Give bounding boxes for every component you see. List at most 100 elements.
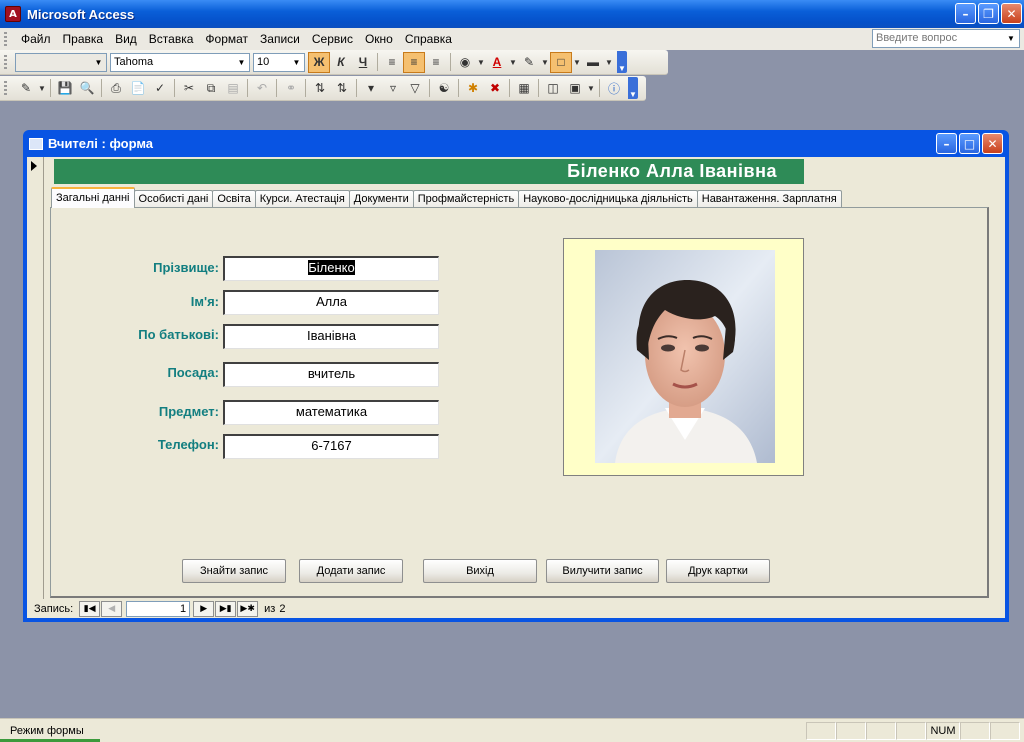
- toolbar-grip-icon[interactable]: [4, 32, 7, 46]
- tab-general[interactable]: Загальні данні: [51, 187, 135, 208]
- chevron-down-icon[interactable]: ▼: [586, 78, 596, 99]
- database-window-icon[interactable]: ◫: [542, 78, 564, 99]
- position-field[interactable]: вчитель: [223, 362, 439, 387]
- tab-education[interactable]: Освіта: [212, 190, 256, 208]
- align-right-icon[interactable]: ≡: [425, 52, 447, 73]
- tab-courses[interactable]: Курси. Атестація: [254, 190, 350, 208]
- first-record-icon[interactable]: ▮◀: [79, 600, 101, 617]
- align-left-icon[interactable]: ≡: [381, 52, 403, 73]
- menu-help[interactable]: Справка: [399, 32, 458, 46]
- form-window-title-bar: Вчителі : форма: [27, 130, 1005, 157]
- new-object-icon[interactable]: ▣: [564, 78, 586, 99]
- record-selector[interactable]: [27, 157, 44, 599]
- find-icon[interactable]: ☯: [433, 78, 455, 99]
- minimize-icon[interactable]: –: [955, 3, 976, 24]
- toolbar-options-icon[interactable]: ▼: [617, 51, 627, 73]
- cut-icon[interactable]: ✂: [178, 78, 200, 99]
- subject-field[interactable]: математика: [223, 400, 439, 425]
- search-file-icon[interactable]: 🔍: [76, 78, 98, 99]
- print-icon[interactable]: ⎙: [105, 78, 127, 99]
- patronymic-field[interactable]: Іванівна: [223, 324, 439, 349]
- object-combo[interactable]: ▼: [15, 52, 107, 72]
- font-color-icon[interactable]: A: [486, 52, 508, 73]
- menu-tools[interactable]: Сервис: [306, 32, 359, 46]
- font-size-combo[interactable]: 10 ▼: [253, 52, 305, 72]
- bold-button[interactable]: Ж: [308, 51, 330, 73]
- undo-icon[interactable]: ↶: [251, 78, 273, 99]
- line-width-icon[interactable]: ▬: [582, 52, 604, 73]
- chevron-down-icon[interactable]: ▼: [92, 55, 105, 70]
- add-record-button[interactable]: Додати запис: [299, 559, 403, 583]
- surname-field[interactable]: Біленко: [223, 256, 439, 281]
- sort-descending-icon[interactable]: ⇅: [331, 78, 353, 99]
- chevron-down-icon[interactable]: ▼: [235, 55, 248, 70]
- hyperlink-icon[interactable]: ⚭: [280, 78, 302, 99]
- restore-icon[interactable]: ❐: [978, 3, 999, 24]
- chevron-down-icon[interactable]: ▼: [604, 52, 614, 73]
- maximize-icon[interactable]: □: [959, 133, 980, 154]
- italic-button[interactable]: К: [330, 52, 352, 73]
- font-name-combo[interactable]: Tahoma ▼: [110, 52, 250, 72]
- view-icon[interactable]: ✎: [15, 78, 37, 99]
- exit-button[interactable]: Вихід: [423, 559, 537, 583]
- menu-view[interactable]: Вид: [109, 32, 143, 46]
- minimize-icon[interactable]: –: [936, 133, 957, 154]
- filter-by-form-icon[interactable]: ▿: [382, 78, 404, 99]
- properties-icon[interactable]: ▦: [513, 78, 535, 99]
- chevron-down-icon[interactable]: ▼: [37, 78, 47, 99]
- line-color-icon[interactable]: ✎: [518, 52, 540, 73]
- underline-button[interactable]: Ч: [352, 52, 374, 73]
- menu-insert[interactable]: Вставка: [143, 32, 200, 46]
- chevron-down-icon[interactable]: ▼: [476, 52, 486, 73]
- current-record-input[interactable]: 1: [126, 600, 191, 617]
- tab-mastery[interactable]: Профмайстерність: [412, 190, 520, 208]
- chevron-down-icon[interactable]: ▼: [572, 52, 582, 73]
- menu-edit[interactable]: Правка: [57, 32, 110, 46]
- chevron-down-icon[interactable]: ▼: [540, 52, 550, 73]
- next-record-icon[interactable]: ▶: [193, 600, 215, 617]
- delete-record-icon[interactable]: ✖: [484, 78, 506, 99]
- tab-workload[interactable]: Навантаження. Зарплатня: [696, 190, 842, 208]
- toolbar-grip-icon[interactable]: [4, 81, 7, 95]
- menu-format[interactable]: Формат: [199, 32, 254, 46]
- fill-color-icon[interactable]: ◉: [454, 52, 476, 73]
- menu-window[interactable]: Окно: [359, 32, 399, 46]
- toolbar-options-icon[interactable]: ▼: [628, 77, 638, 99]
- sort-ascending-icon[interactable]: ⇅: [309, 78, 331, 99]
- align-center-icon[interactable]: ≡: [403, 51, 425, 73]
- paste-icon[interactable]: ▤: [222, 78, 244, 99]
- phone-field[interactable]: 6-7167: [223, 434, 439, 459]
- close-icon[interactable]: ✕: [982, 133, 1003, 154]
- form-icon[interactable]: [29, 137, 43, 150]
- new-record-icon[interactable]: ✱: [462, 78, 484, 99]
- first-name-field[interactable]: Алла: [223, 290, 439, 315]
- find-record-button[interactable]: Знайти запис: [182, 559, 286, 583]
- print-preview-icon[interactable]: 📄: [127, 78, 149, 99]
- tab-research[interactable]: Науково-дослідницька діяльність: [518, 190, 698, 208]
- menu-file[interactable]: Файл: [15, 32, 57, 46]
- tab-personal[interactable]: Особисті дані: [133, 190, 214, 208]
- delete-record-button[interactable]: Вилучити запис: [546, 559, 659, 583]
- apply-filter-icon[interactable]: ▽: [404, 78, 426, 99]
- close-icon[interactable]: ✕: [1001, 3, 1022, 24]
- filter-by-selection-icon[interactable]: ▾: [360, 78, 382, 99]
- chevron-down-icon[interactable]: ▼: [1004, 31, 1018, 46]
- save-icon[interactable]: 💾: [54, 78, 76, 99]
- tab-documents[interactable]: Документи: [348, 190, 414, 208]
- tab-page-general: Прізвище: Ім'я: По батькові: Посада: Пре…: [50, 207, 989, 598]
- spelling-icon[interactable]: ✓: [149, 78, 171, 99]
- field-labels: Прізвище: Ім'я: По батькові: Посада: Пре…: [51, 208, 219, 596]
- border-icon[interactable]: □: [550, 51, 572, 73]
- chevron-down-icon[interactable]: ▼: [508, 52, 518, 73]
- menu-records[interactable]: Записи: [254, 32, 306, 46]
- toolbar-grip-icon[interactable]: [4, 55, 7, 69]
- help-question-input[interactable]: Введите вопрос ▼: [872, 29, 1020, 48]
- previous-record-icon[interactable]: ◀: [101, 600, 123, 617]
- copy-icon[interactable]: ⧉: [200, 78, 222, 99]
- new-record-nav-icon[interactable]: ▶✱: [237, 600, 259, 617]
- chevron-down-icon[interactable]: ▼: [290, 55, 303, 70]
- help-icon[interactable]: ⓘ: [603, 78, 625, 99]
- last-record-icon[interactable]: ▶▮: [215, 600, 237, 617]
- print-card-button[interactable]: Друк картки: [666, 559, 770, 583]
- access-key-icon[interactable]: A: [5, 6, 21, 22]
